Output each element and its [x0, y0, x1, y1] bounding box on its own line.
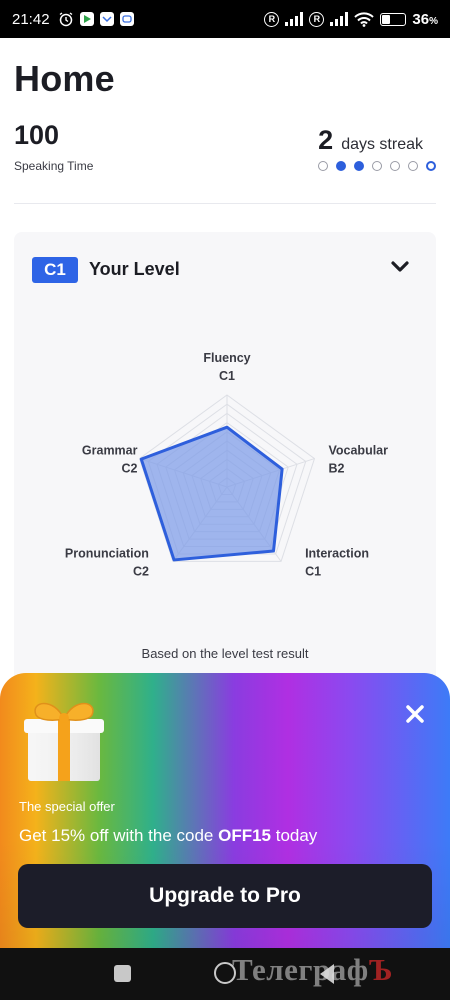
streak-dot — [336, 161, 346, 171]
level-card[interactable]: C1 Your Level Fluency C1 Vocabular B2 Intera… — [14, 232, 436, 692]
upgrade-to-pro-button[interactable]: Upgrade to Pro — [18, 864, 432, 928]
mail-notification-icon — [99, 12, 114, 26]
status-right: R R 36% — [264, 11, 438, 28]
level-radar-chart: Fluency C1 Vocabular B2 Interaction C1 Pronunc… — [65, 351, 388, 578]
radar-skill-label: Pronunciation — [65, 546, 149, 560]
chat-notification-icon — [119, 12, 134, 26]
signal-icon — [285, 12, 304, 26]
promo-sheet: The special offer Get 15% off with the c… — [0, 673, 450, 948]
close-icon[interactable] — [402, 701, 428, 727]
radar-skill-label: Interaction — [305, 546, 369, 560]
battery-percent: 36% — [412, 10, 438, 28]
status-bar: 21:42 R R 36% — [0, 0, 450, 38]
play-store-notification-icon — [79, 12, 94, 26]
radar-skill-level: C2 — [133, 564, 149, 578]
page-title: Home — [14, 58, 115, 99]
radar-skill-label: Fluency — [203, 351, 250, 365]
streak-dot — [372, 161, 382, 171]
streak-dot — [390, 161, 400, 171]
streak-dot — [318, 161, 328, 171]
streak-dot — [354, 161, 364, 171]
wifi-icon — [354, 11, 375, 27]
roaming-icon: R — [264, 11, 280, 27]
streak-dots — [318, 161, 436, 171]
level-note: Based on the level test result — [141, 646, 309, 661]
offer-label: The special offer — [19, 799, 115, 814]
radar-skill-label: Vocabular — [328, 444, 388, 458]
radar-skill-level: C1 — [305, 564, 321, 578]
offer-text: Get 15% off with the code OFF15 today — [19, 826, 318, 845]
watermark: ТелеграфЪ — [232, 952, 393, 987]
recents-button[interactable] — [114, 965, 131, 982]
speaking-time-label: Speaking Time — [14, 159, 94, 173]
radar-skill-label: Grammar — [82, 444, 138, 458]
streak-dot — [408, 161, 418, 171]
streak-dot — [426, 161, 436, 171]
streak-count: 2 — [318, 125, 334, 155]
streak-summary: 2 days streak — [318, 125, 423, 156]
status-time: 21:42 — [12, 10, 50, 28]
gift-icon — [22, 691, 106, 788]
status-left: 21:42 — [12, 11, 134, 28]
speaking-time-value: 100 — [14, 120, 60, 150]
battery-icon — [380, 12, 407, 26]
signal-icon — [330, 12, 349, 26]
system-nav-bar: ТелеграфЪ — [0, 948, 450, 1000]
radar-skill-level: C2 — [122, 462, 138, 476]
divider — [14, 203, 436, 204]
alarm-icon — [58, 11, 74, 27]
roaming-icon: R — [309, 11, 325, 27]
promo-code: OFF15 — [218, 826, 271, 845]
radar-skill-level: B2 — [328, 462, 344, 476]
streak-label: days streak — [341, 136, 423, 153]
radar-skill-level: C1 — [219, 369, 235, 383]
